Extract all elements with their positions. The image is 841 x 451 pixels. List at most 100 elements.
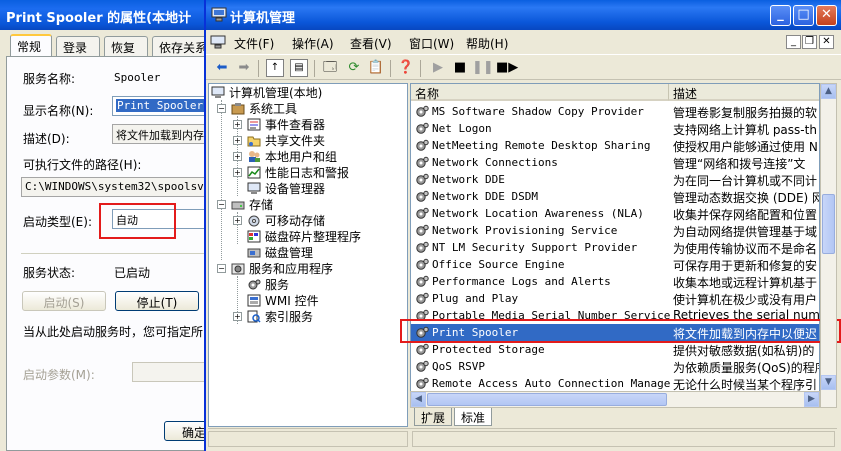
expand-toggle[interactable]: +: [233, 168, 242, 177]
service-name: Office Source Engine: [432, 258, 565, 271]
minimize-button[interactable]: _: [770, 5, 791, 26]
back-arrow-icon[interactable]: ⬅: [212, 58, 232, 78]
start-service-icon[interactable]: ▶: [428, 58, 448, 78]
expand-toggle[interactable]: +: [233, 120, 242, 129]
scroll-down-icon[interactable]: ▼: [821, 375, 836, 390]
service-row[interactable]: NetMeeting Remote Desktop Sharing 使授权用户能够…: [411, 137, 819, 154]
tab-general[interactable]: 常规: [10, 34, 52, 56]
service-row[interactable]: Network Location Awareness (NLA) 收集并保存网络配…: [411, 205, 819, 222]
tree-item-removable-storage[interactable]: + 可移动存储: [231, 212, 407, 228]
service-name: Network DDE: [432, 173, 505, 186]
horizontal-scroll-thumb[interactable]: [427, 393, 667, 406]
scroll-left-icon[interactable]: ◀: [411, 392, 426, 407]
tab-standard[interactable]: 标准: [454, 408, 493, 426]
separator: [21, 253, 215, 254]
export-list-icon[interactable]: 📋: [366, 58, 386, 78]
collapse-toggle[interactable]: −: [217, 200, 226, 209]
services-list-pane: 名称 描述 MS Software Shadow Copy Provider 管理…: [410, 83, 820, 408]
gear-icon: [416, 241, 429, 253]
service-row[interactable]: Protected Storage 提供对敏感数据(如私钥)的: [411, 341, 819, 358]
mdi-minimize-button[interactable]: _: [786, 35, 801, 49]
tree-item-system-tools[interactable]: − 系统工具: [215, 100, 405, 116]
toolbar-separator: [420, 60, 421, 77]
service-name: NetMeeting Remote Desktop Sharing: [432, 139, 651, 152]
service-description: 使授权用户能够通过使用 N: [673, 140, 818, 154]
tab-extended[interactable]: 扩展: [414, 408, 453, 426]
tree-item-shared-folders[interactable]: + 共享文件夹: [231, 132, 407, 148]
service-row[interactable]: Plug and Play 使计算机在极少或没有用户: [411, 290, 819, 307]
mdi-restore-button[interactable]: ❐: [802, 35, 817, 49]
tree-item-disk-management[interactable]: 磁盘管理: [231, 244, 407, 260]
gear-icon: [248, 279, 261, 290]
gear-icon: [416, 343, 429, 355]
tree-item-services-and-apps[interactable]: − 服务和应用程序: [215, 260, 405, 276]
tree-item-defrag[interactable]: 磁盘碎片整理程序: [231, 228, 407, 244]
column-header-description[interactable]: 描述: [669, 84, 819, 101]
service-row[interactable]: NT LM Security Support Provider 为使用传输协议而不…: [411, 239, 819, 256]
tree-item-root[interactable]: 计算机管理(本地): [211, 84, 407, 100]
pause-service-icon[interactable]: ❚❚: [472, 58, 494, 78]
properties-dialog-title: Print Spooler 的属性(本地计: [0, 0, 215, 30]
description-field[interactable]: 将文件加载到内存: [112, 124, 212, 144]
start-params-field[interactable]: [132, 362, 212, 382]
collapse-toggle[interactable]: −: [217, 104, 226, 113]
gear-icon: [416, 224, 429, 236]
restart-service-icon[interactable]: ■▶: [496, 58, 518, 78]
service-description: 可保存用于更新和修复的安: [673, 259, 818, 273]
forward-arrow-icon[interactable]: ➡: [234, 58, 254, 78]
tab-recovery[interactable]: 恢复: [104, 36, 148, 56]
service-row[interactable]: Net Logon 支持网络上计算机 pass-th: [411, 120, 819, 137]
expand-toggle[interactable]: +: [233, 216, 242, 225]
start-service-button[interactable]: 启动(S): [22, 291, 106, 311]
tree-item-local-users[interactable]: + 本地用户和组: [231, 148, 407, 164]
tab-logon[interactable]: 登录: [56, 36, 100, 56]
mmc-menu-icon[interactable]: [210, 35, 226, 49]
menu-action[interactable]: 操作(A): [292, 35, 334, 52]
help-icon[interactable]: ❓: [396, 58, 416, 78]
tree-item-indexing-service[interactable]: + 索引服务: [231, 308, 407, 324]
display-name-field[interactable]: Print Spooler: [112, 96, 212, 116]
service-row[interactable]: Network DDE DSDM 管理动态数据交换 (DDE) 网: [411, 188, 819, 205]
service-name: Network Location Awareness (NLA): [432, 207, 644, 220]
horizontal-scrollbar[interactable]: ◀ ▶: [410, 391, 820, 408]
start-params-help-text: 当从此处启动服务时，您可指定所: [23, 325, 204, 339]
expand-toggle[interactable]: +: [233, 152, 242, 161]
tree-item-device-manager[interactable]: 设备管理器: [231, 180, 407, 196]
maximize-button[interactable]: □: [793, 5, 814, 26]
tree-item-storage[interactable]: − 存储: [215, 196, 405, 212]
menu-file[interactable]: 文件(F): [234, 35, 274, 52]
tree-item-perf-logs[interactable]: + 性能日志和警报: [231, 164, 407, 180]
menu-help[interactable]: 帮助(H): [466, 35, 508, 52]
service-row[interactable]: Office Source Engine 可保存用于更新和修复的安: [411, 256, 819, 273]
collapse-toggle[interactable]: −: [217, 264, 226, 273]
menu-view[interactable]: 查看(V): [350, 35, 392, 52]
menu-window[interactable]: 窗口(W): [409, 35, 454, 52]
vertical-scrollbar[interactable]: ▲ ▼: [820, 83, 837, 408]
tree-item-wmi[interactable]: WMI 控件: [231, 292, 407, 308]
vertical-scroll-thumb[interactable]: [822, 194, 835, 254]
stop-service-button[interactable]: 停止(T): [115, 291, 199, 311]
scroll-up-icon[interactable]: ▲: [821, 84, 836, 99]
column-header-name[interactable]: 名称: [411, 84, 669, 101]
service-row[interactable]: MS Software Shadow Copy Provider 管理卷影复制服务…: [411, 103, 819, 120]
service-row[interactable]: Network Connections 管理“网络和拨号连接”文: [411, 154, 819, 171]
tree-item-services[interactable]: 服务: [231, 276, 407, 292]
service-row[interactable]: Remote Access Auto Connection Manager 无论什…: [411, 375, 819, 392]
stop-service-icon[interactable]: ■: [450, 58, 470, 78]
service-row[interactable]: Performance Logs and Alerts 收集本地或远程计算机基于: [411, 273, 819, 290]
close-button[interactable]: ✕: [816, 5, 837, 26]
description-label: 描述(D):: [23, 132, 70, 146]
service-row[interactable]: Network Provisioning Service 为自动网络提供管理基于域: [411, 222, 819, 239]
service-row[interactable]: Network DDE 为在同一台计算机或不同计: [411, 171, 819, 188]
properties-icon[interactable]: 🗔: [320, 58, 340, 78]
gear-icon: [416, 139, 429, 151]
expand-toggle[interactable]: +: [233, 136, 242, 145]
up-folder-icon[interactable]: ↑: [266, 59, 284, 77]
scroll-right-icon[interactable]: ▶: [804, 392, 819, 407]
expand-toggle[interactable]: +: [233, 312, 242, 321]
mdi-close-button[interactable]: ✕: [819, 35, 834, 49]
service-row[interactable]: QoS RSVP 为依赖质量服务(QoS)的程序: [411, 358, 819, 375]
refresh-icon[interactable]: ⟳: [344, 58, 364, 78]
show-tree-icon[interactable]: ▤: [290, 59, 308, 77]
tree-item-event-viewer[interactable]: + 事件查看器: [231, 116, 407, 132]
